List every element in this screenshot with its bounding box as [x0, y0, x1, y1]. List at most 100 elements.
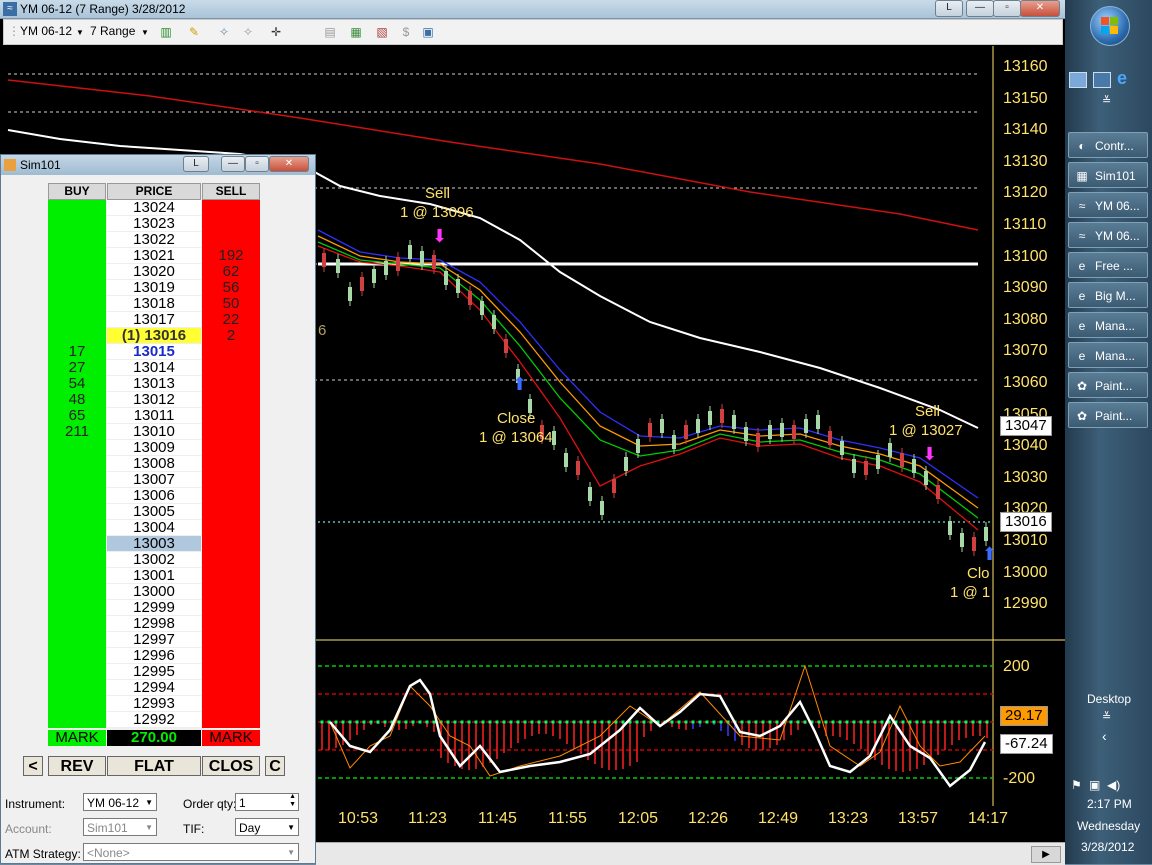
buy-column[interactable]: BUY 17 27 54 48 65 211 [48, 183, 106, 728]
clock-day[interactable]: Wednesday [1077, 819, 1140, 833]
dom-title-bar[interactable]: Sim101 L — ▫ ✕ [1, 155, 315, 175]
price-cell[interactable]: 13015 [107, 344, 201, 360]
sell-cell[interactable] [202, 616, 260, 632]
crosshair-icon[interactable]: ✛ [268, 24, 284, 40]
price-cell[interactable]: 13004 [107, 520, 201, 536]
task-paint-2[interactable]: ✿ Paint... [1068, 402, 1148, 428]
shift-left-button[interactable]: < [23, 756, 43, 776]
price-cell[interactable]: 12995 [107, 664, 201, 680]
sell-cell[interactable] [202, 696, 260, 712]
sell-cell[interactable] [202, 520, 260, 536]
sell-cell[interactable]: 62 [202, 264, 260, 280]
task-ie-manage-1[interactable]: e Mana... [1068, 312, 1148, 338]
price-cell[interactable]: 13024 [107, 200, 201, 216]
price-cell[interactable]: 13018 [107, 296, 201, 312]
reverse-button[interactable]: REV [48, 756, 106, 776]
price-cell[interactable]: 13020 [107, 264, 201, 280]
collapse-arrow-icon[interactable]: ‹ [1102, 728, 1107, 744]
price-cell[interactable]: 12993 [107, 696, 201, 712]
sell-cell[interactable] [202, 536, 260, 552]
draw-pencil-icon[interactable]: ✎ [186, 24, 202, 40]
price-cell[interactable]: 12992 [107, 712, 201, 728]
task-control-center[interactable]: ◐ Contr... [1068, 132, 1148, 158]
buy-cell[interactable] [48, 520, 106, 536]
close-button[interactable]: ✕ [1020, 0, 1060, 17]
window-linking-icon[interactable]: ▣ [420, 24, 436, 40]
task-ie-big[interactable]: e Big M... [1068, 282, 1148, 308]
price-cell[interactable]: 13009 [107, 440, 201, 456]
buy-mark-button[interactable]: MARK [48, 730, 106, 746]
price-cell[interactable]: 13003 [107, 536, 201, 552]
price-cell[interactable]: 13006 [107, 488, 201, 504]
sell-cell[interactable] [202, 392, 260, 408]
buy-cell[interactable] [48, 552, 106, 568]
buy-cell[interactable] [48, 600, 106, 616]
period-selector[interactable]: 7 Range [90, 24, 135, 38]
order-qty-stepper[interactable]: 1 ▲ ▼ [235, 793, 299, 811]
indicator-icon[interactable]: ✧ [216, 24, 232, 40]
sell-cell[interactable] [202, 344, 260, 360]
buy-cell[interactable] [48, 632, 106, 648]
instrument-select[interactable]: YM 06-12 ▼ [83, 793, 157, 811]
title-bar[interactable]: ≈ YM 06-12 (7 Range) 3/28/2012 L — ▫ ✕ [0, 0, 1065, 19]
sell-cell[interactable] [202, 360, 260, 376]
close-position-button[interactable]: CLOS [202, 756, 260, 776]
properties-icon[interactable]: ▤ [322, 24, 338, 40]
price-cell[interactable]: 13014 [107, 360, 201, 376]
start-button[interactable] [1090, 6, 1130, 46]
maximize-button[interactable]: ▫ [993, 0, 1021, 17]
price-cell[interactable]: (1) 13016 [107, 328, 201, 344]
buy-cell[interactable]: 48 [48, 392, 106, 408]
scroll-right-button[interactable]: ▶ [1031, 846, 1061, 863]
sell-cell[interactable]: 192 [202, 248, 260, 264]
buy-cell[interactable]: 54 [48, 376, 106, 392]
sell-mark-button[interactable]: MARK [202, 730, 260, 746]
spin-buttons-icon[interactable]: ▲ ▼ [289, 793, 296, 809]
sell-column[interactable]: SELL 192 62 56 50 22 2 [202, 183, 260, 728]
buy-cell[interactable] [48, 488, 106, 504]
buy-cell[interactable] [48, 648, 106, 664]
sell-cell[interactable] [202, 568, 260, 584]
buy-cell[interactable]: 27 [48, 360, 106, 376]
buy-cell[interactable] [48, 248, 106, 264]
sell-cell[interactable] [202, 456, 260, 472]
expand-chevron-icon[interactable]: ≚ [1102, 710, 1111, 723]
tif-select[interactable]: Day ▼ [235, 818, 299, 836]
sell-cell[interactable] [202, 440, 260, 456]
sell-cell[interactable]: 56 [202, 280, 260, 296]
buy-cell[interactable] [48, 200, 106, 216]
price-cell[interactable]: 12997 [107, 632, 201, 648]
flatten-button[interactable]: FLAT [107, 756, 201, 776]
price-cell[interactable]: 13007 [107, 472, 201, 488]
price-cell[interactable]: 13021 [107, 248, 201, 264]
buy-cell[interactable]: 17 [48, 344, 106, 360]
buy-cell[interactable] [48, 440, 106, 456]
buy-cell[interactable] [48, 584, 106, 600]
task-ie-free[interactable]: e Free ... [1068, 252, 1148, 278]
atm-strategy-select[interactable]: <None> ▼ [83, 843, 299, 861]
task-chart-1[interactable]: ≈ YM 06... [1068, 192, 1148, 218]
sell-cell[interactable] [202, 424, 260, 440]
chart-trader-icon[interactable]: ▧ [374, 24, 390, 40]
ie-quicklaunch-icon[interactable]: e [1117, 68, 1127, 89]
switch-windows-icon[interactable] [1093, 72, 1111, 88]
task-sim101[interactable]: ▦ Sim101 [1068, 162, 1148, 188]
sell-cell[interactable] [202, 680, 260, 696]
sell-cell[interactable] [202, 712, 260, 728]
price-cell[interactable]: 13011 [107, 408, 201, 424]
price-cell[interactable]: 13005 [107, 504, 201, 520]
buy-cell[interactable]: 211 [48, 424, 106, 440]
sell-cell[interactable] [202, 216, 260, 232]
show-desktop-icon[interactable] [1069, 72, 1087, 88]
dom-maximize-button[interactable]: ▫ [245, 156, 269, 172]
buy-cell[interactable] [48, 536, 106, 552]
desktop-toolbar-label[interactable]: Desktop [1087, 692, 1131, 706]
buy-cell[interactable] [48, 680, 106, 696]
sell-cell[interactable] [202, 632, 260, 648]
expand-chevron-icon[interactable]: ≚ [1102, 94, 1111, 107]
data-box-icon[interactable]: ▦ [348, 24, 364, 40]
price-column[interactable]: PRICE 13024 13023 13022 13021 13020 13019 1301… [107, 183, 201, 728]
price-cell[interactable]: 13000 [107, 584, 201, 600]
sell-cell[interactable] [202, 504, 260, 520]
strategy-icon[interactable]: ✧ [240, 24, 256, 40]
